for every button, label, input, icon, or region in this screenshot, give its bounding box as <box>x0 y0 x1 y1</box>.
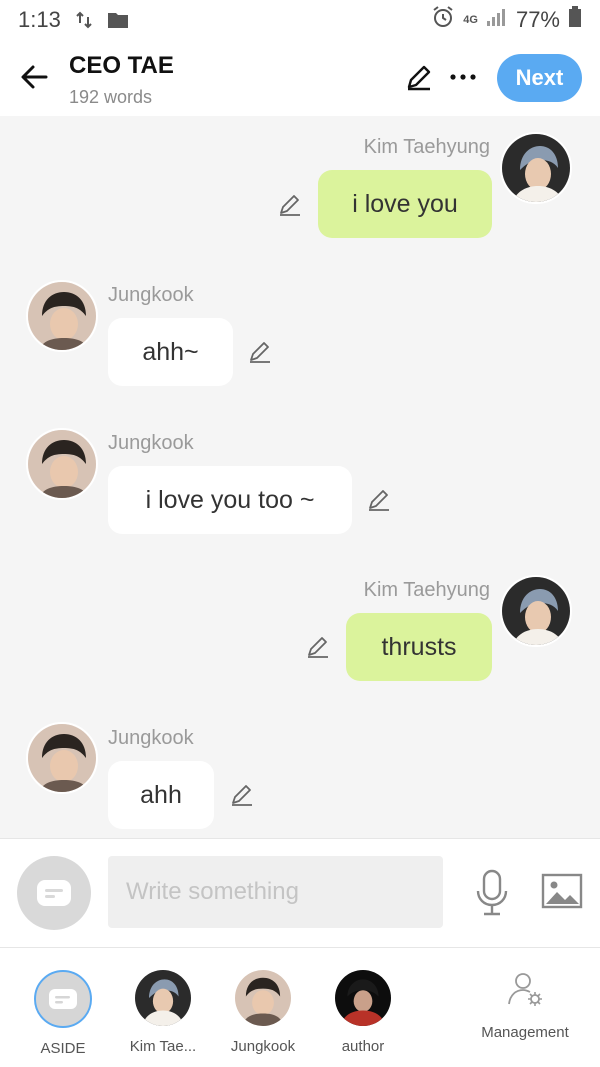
tab-author[interactable]: author <box>308 970 418 1055</box>
next-button[interactable]: Next <box>497 54 582 102</box>
tab-kim-taehyung[interactable]: Kim Tae... <box>108 970 218 1055</box>
edit-message-icon[interactable] <box>366 487 392 513</box>
message-bubble[interactable]: thrusts <box>346 613 492 681</box>
folder-icon <box>107 10 129 30</box>
network-type: 4G <box>463 14 478 26</box>
edit-message-icon[interactable] <box>277 192 303 218</box>
aside-bubble-icon <box>37 880 71 906</box>
sender-name: Jungkook <box>108 284 194 306</box>
signal-icon <box>486 7 508 33</box>
user-settings-icon <box>508 973 542 1006</box>
more-options-icon[interactable] <box>448 62 478 92</box>
avatar-author <box>335 970 391 1026</box>
avatar-jungkook <box>235 970 291 1026</box>
tab-label: author <box>341 1038 385 1055</box>
edit-message-icon[interactable] <box>247 339 273 365</box>
tab-label: Management <box>481 1024 569 1041</box>
message-input[interactable] <box>108 856 443 928</box>
tab-aside[interactable]: ASIDE <box>8 970 118 1057</box>
composer-bar <box>0 838 600 948</box>
tab-jungkook[interactable]: Jungkook <box>208 970 318 1055</box>
message-bubble[interactable]: i love you too ~ <box>108 466 352 534</box>
status-bar: 1:13 4G 77% <box>0 0 600 40</box>
alarm-icon <box>431 5 455 35</box>
sender-name: Jungkook <box>108 432 194 454</box>
message-bubble[interactable]: i love you <box>318 170 492 238</box>
sender-name: Kim Taehyung <box>363 579 490 601</box>
avatar-jungkook[interactable] <box>26 280 98 352</box>
aside-toggle-button[interactable] <box>17 856 91 930</box>
character-tab-bar: ASIDE Kim Tae... Jungkook author Managem… <box>0 948 600 1067</box>
avatar-kim-taehyung <box>135 970 191 1026</box>
story-title: CEO TAE <box>69 52 174 79</box>
aside-bubble-icon <box>34 970 92 1028</box>
status-time: 1:13 <box>18 7 61 32</box>
microphone-icon[interactable] <box>474 869 510 917</box>
tab-label: ASIDE <box>40 1040 86 1057</box>
chat-header: CEO TAE 192 words Next <box>0 40 600 116</box>
sender-name: Kim Taehyung <box>363 136 490 158</box>
battery-icon <box>568 6 582 34</box>
tab-label: Kim Tae... <box>129 1038 197 1055</box>
word-count: 192 words <box>69 87 153 107</box>
edit-message-icon[interactable] <box>305 634 331 660</box>
tab-label: Jungkook <box>230 1038 296 1055</box>
edit-pencil-icon[interactable] <box>404 62 434 92</box>
avatar-kim-taehyung[interactable] <box>500 575 572 647</box>
avatar-jungkook[interactable] <box>26 722 98 794</box>
edit-message-icon[interactable] <box>229 782 255 808</box>
chat-area[interactable]: Kim Taehyung i love you Jungkook ahh~ Ju… <box>0 116 600 838</box>
avatar-kim-taehyung[interactable] <box>500 132 572 204</box>
image-icon[interactable] <box>541 871 583 911</box>
message-bubble[interactable]: ahh <box>108 761 214 829</box>
data-transfer-icon <box>73 9 95 31</box>
battery-percent: 77% <box>515 7 560 32</box>
tab-management[interactable]: Management <box>470 970 580 1041</box>
sender-name: Jungkook <box>108 727 194 749</box>
message-bubble[interactable]: ahh~ <box>108 318 233 386</box>
avatar-jungkook[interactable] <box>26 428 98 500</box>
back-arrow-icon[interactable] <box>18 60 52 94</box>
